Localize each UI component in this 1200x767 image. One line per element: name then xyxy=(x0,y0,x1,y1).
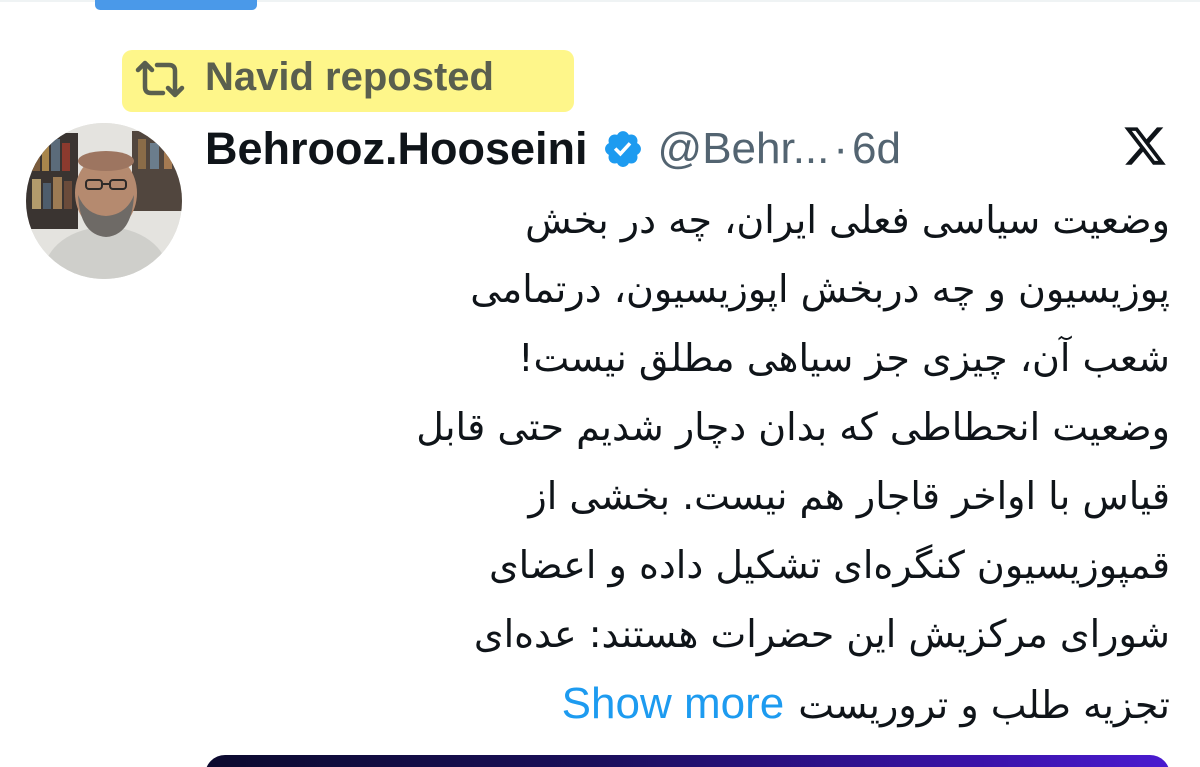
tweet-line: قمپوزیسیون کنگره‌ای تشکیل داده و اعضای xyxy=(488,543,1170,587)
tweet-line: قیاس با اواخر قاجار هم نیست. بخشی از xyxy=(528,474,1170,518)
repost-icon xyxy=(135,60,185,98)
tweet-last-line: تجزیه طلب و تروریست Show more xyxy=(190,669,1170,738)
tweet-line: تجزیه طلب و تروریست xyxy=(798,683,1170,727)
tweet-line: وضعیت انحطاطی که بدان دچار شدیم حتی قابل xyxy=(416,405,1170,449)
display-name[interactable]: Behrooz.Hooseini xyxy=(205,123,588,175)
tweet-header: Behrooz.Hooseini @Behr... · 6d xyxy=(205,118,901,180)
avatar-image xyxy=(26,123,182,279)
repost-label[interactable]: Navid reposted xyxy=(205,52,494,102)
tweet-line: شعب آن، چیزی جز سیاهی مطلق نیست! xyxy=(518,336,1170,380)
tweet-line: وضعیت سیاسی فعلی ایران، چه در بخش xyxy=(525,198,1170,242)
tweet-text: وضعیت سیاسی فعلی ایران، چه در بخش پوزیسی… xyxy=(190,186,1170,738)
x-logo-icon[interactable] xyxy=(1122,123,1168,169)
separator-dot: · xyxy=(833,124,849,173)
active-tab-indicator xyxy=(95,0,257,10)
verified-badge-icon xyxy=(604,131,641,167)
tweet-line: شورای مرکزیش این حضرات هستند: عده‌ای xyxy=(473,612,1170,656)
author-handle[interactable]: @Behr... xyxy=(658,124,830,174)
show-more-link[interactable]: Show more xyxy=(562,679,785,728)
timestamp[interactable]: 6d xyxy=(852,124,901,174)
media-card[interactable] xyxy=(205,755,1170,767)
tweet-line: پوزیسیون و چه دربخش اپوزیسیون، درتمامی xyxy=(470,267,1170,311)
avatar[interactable] xyxy=(26,123,182,279)
